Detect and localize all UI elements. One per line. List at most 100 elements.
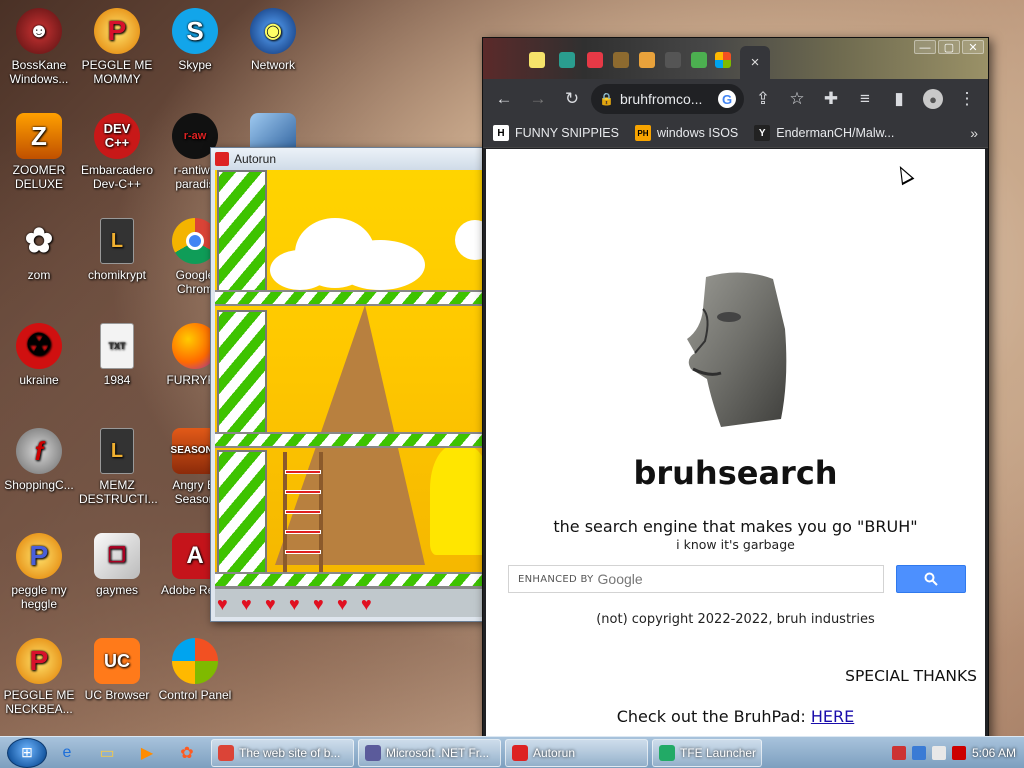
tab-strip[interactable]: × — ▢ ✕ — [483, 38, 988, 79]
desktop-icon-memz[interactable]: L MEMZ DESTRUCTI... — [79, 428, 158, 506]
extensions-icon[interactable]: ✚ — [816, 84, 846, 114]
tab-favicon[interactable] — [587, 52, 603, 68]
side-panel-icon[interactable]: ▮ — [884, 84, 914, 114]
tab-favicon[interactable] — [559, 52, 575, 68]
heart-icon: ♥ — [289, 594, 300, 614]
address-bar[interactable]: 🔒 bruhfromco... G — [591, 84, 744, 114]
tab-favicon[interactable] — [715, 52, 731, 68]
game-canvas[interactable]: ♥ ♥ ♥ ♥ ♥ ♥ ♥ — [215, 170, 484, 617]
desktop-icon-zom[interactable]: ✿ zom — [1, 218, 77, 282]
taskbar-item-dotnet[interactable]: Microsoft .NET Fr... — [358, 738, 501, 767]
taskbar-item-autorun[interactable]: Autorun — [505, 738, 648, 767]
window-controls: — ▢ ✕ — [914, 40, 984, 54]
maximize-button[interactable]: ▢ — [938, 40, 960, 54]
desktop-icon-label: Control Panel — [158, 688, 232, 702]
close-button[interactable]: ✕ — [962, 40, 984, 54]
radiation-icon: ☢ — [16, 323, 62, 369]
heart-icon: ♥ — [241, 594, 252, 614]
tab-favicon[interactable] — [665, 52, 681, 68]
media-player-icon[interactable]: ▶ — [127, 738, 167, 768]
file-explorer-icon[interactable]: ▭ — [87, 738, 127, 768]
profile-button[interactable]: ● — [918, 84, 948, 114]
heart-icon: ♥ — [337, 594, 348, 614]
taskbar-item-browser[interactable]: The web site of b... — [211, 738, 354, 767]
bookmarks-overflow-button[interactable]: » — [970, 125, 978, 141]
pinned-app-icon[interactable]: ✿ — [167, 738, 207, 768]
desktop-icon-peggle-heggle[interactable]: P peggle my heggle — [1, 533, 77, 611]
tray-icon[interactable] — [911, 745, 926, 760]
desktop-icon-bosskane[interactable]: ☻ BossKane Windows... — [1, 8, 77, 86]
autorun-window[interactable]: Autorun ♥ ♥ ♥ ♥ ♥ ♥ ♥ — [210, 147, 485, 622]
desktop-icon-network[interactable]: ◉ Network — [235, 8, 311, 72]
search-button[interactable] — [896, 565, 966, 593]
chrome-icon — [218, 744, 234, 761]
tab-favicon[interactable] — [529, 52, 545, 68]
bookmark-funny-snippies[interactable]: H FUNNY SNIPPIES — [493, 125, 619, 141]
search-input[interactable]: ENHANCED BY Google — [508, 565, 884, 593]
site-tagline: the search engine that makes you go "BRU… — [553, 517, 918, 536]
desktop-icon-shopping[interactable]: f ShoppingC... — [1, 428, 77, 492]
desktop-icon-skype[interactable]: S Skype — [157, 8, 233, 72]
desktop-icon-label: UC Browser — [84, 688, 150, 702]
autorun-app-icon — [215, 152, 229, 166]
enhanced-by-label: ENHANCED BY — [518, 573, 594, 585]
bruhpad-link[interactable]: HERE — [811, 707, 854, 726]
minimize-button[interactable]: — — [914, 40, 936, 54]
active-tab[interactable]: × — [740, 46, 770, 79]
forward-arrow-icon[interactable]: → — [523, 84, 553, 114]
share-icon[interactable]: ⇪ — [748, 84, 778, 114]
start-button[interactable]: ⊞ — [7, 737, 47, 768]
desktop-icon-ukraine[interactable]: ☢ ukraine — [1, 323, 77, 387]
chomikrypt-icon: L — [100, 218, 134, 264]
menu-kebab-icon[interactable]: ⋮ — [952, 84, 982, 114]
browser-toolbar: ← → ↻ 🔒 bruhfromco... G ⇪ ☆ ✚ ≡ ▮ ● ⋮ — [483, 79, 988, 119]
system-tray: 5:06 AM — [891, 738, 1024, 768]
desktop-icon-label: 1984 — [103, 373, 131, 387]
reload-icon[interactable]: ↻ — [557, 84, 587, 114]
bookmark-endermanch[interactable]: Y EndermanCH/Malw... — [754, 125, 894, 141]
tab-favicon[interactable] — [613, 52, 629, 68]
autorun-titlebar[interactable]: Autorun — [211, 148, 484, 170]
desktop-icon-control-panel[interactable]: Control Panel — [157, 638, 233, 702]
peggle-icon: P — [94, 8, 140, 54]
folder-icon: ❐ — [94, 533, 140, 579]
taskbar-item-tfe[interactable]: TFE Launcher — [652, 738, 762, 767]
candy-beam — [215, 572, 484, 588]
skype-icon: S — [172, 8, 218, 54]
desktop-icon-peggle-mommy[interactable]: P PEGGLE ME MOMMY — [79, 8, 155, 86]
tab-favicon[interactable] — [691, 52, 707, 68]
desktop-icon-uc-browser[interactable]: UC UC Browser — [79, 638, 155, 702]
bookmark-favicon: Y — [754, 125, 771, 141]
candy-beam — [215, 432, 484, 448]
desktop-icon-gaymes[interactable]: ❐ gaymes — [79, 533, 155, 597]
bookmark-star-icon[interactable]: ☆ — [782, 84, 812, 114]
search-form: ENHANCED BY Google — [508, 565, 966, 595]
desktop-icon-devcpp[interactable]: DEV C++ Embarcadero Dev-C++ — [79, 113, 155, 191]
tray-icon[interactable] — [951, 745, 966, 760]
tab-favicon[interactable] — [639, 52, 655, 68]
internet-explorer-icon[interactable]: e — [47, 738, 87, 768]
flash-icon: f — [16, 428, 62, 474]
back-arrow-icon[interactable]: ← — [489, 84, 519, 114]
desktop-icon-label: ShoppingC... — [4, 478, 74, 492]
browser-window[interactable]: × — ▢ ✕ ← → ↻ 🔒 bruhfromco... G ⇪ ☆ ✚ ≡ … — [482, 37, 989, 751]
desktop-icon-zoomer[interactable]: Z ZOOMER DELUXE — [1, 113, 77, 191]
google-lens-icon[interactable]: G — [718, 90, 736, 108]
moai-head-image — [687, 272, 787, 427]
tray-icon[interactable] — [891, 745, 906, 760]
desktop-icon-label: chomikrypt — [87, 268, 146, 282]
desktop-icon-label: BossKane Windows... — [9, 58, 69, 86]
reading-list-icon[interactable]: ≡ — [850, 84, 880, 114]
clock[interactable]: 5:06 AM — [972, 746, 1016, 760]
special-thanks-marquee: SPECIAL THANKS — [845, 667, 977, 685]
devcpp-icon: DEV C++ — [94, 113, 140, 159]
tab-close-icon[interactable]: × — [751, 54, 760, 71]
desktop-icon-peggle-neckbea[interactable]: P PEGGLE ME NECKBEA... — [1, 638, 77, 716]
desktop-icon-label: Embarcadero Dev-C++ — [80, 163, 154, 191]
desktop-icon-1984[interactable]: TXT 1984 — [79, 323, 155, 387]
desktop-icon-chomikrypt[interactable]: L chomikrypt — [79, 218, 155, 282]
lock-icon: 🔒 — [599, 92, 614, 106]
tray-icon[interactable] — [931, 745, 946, 760]
bookmark-windows-isos[interactable]: PH windows ISOS — [634, 125, 738, 141]
cloud — [270, 250, 330, 290]
